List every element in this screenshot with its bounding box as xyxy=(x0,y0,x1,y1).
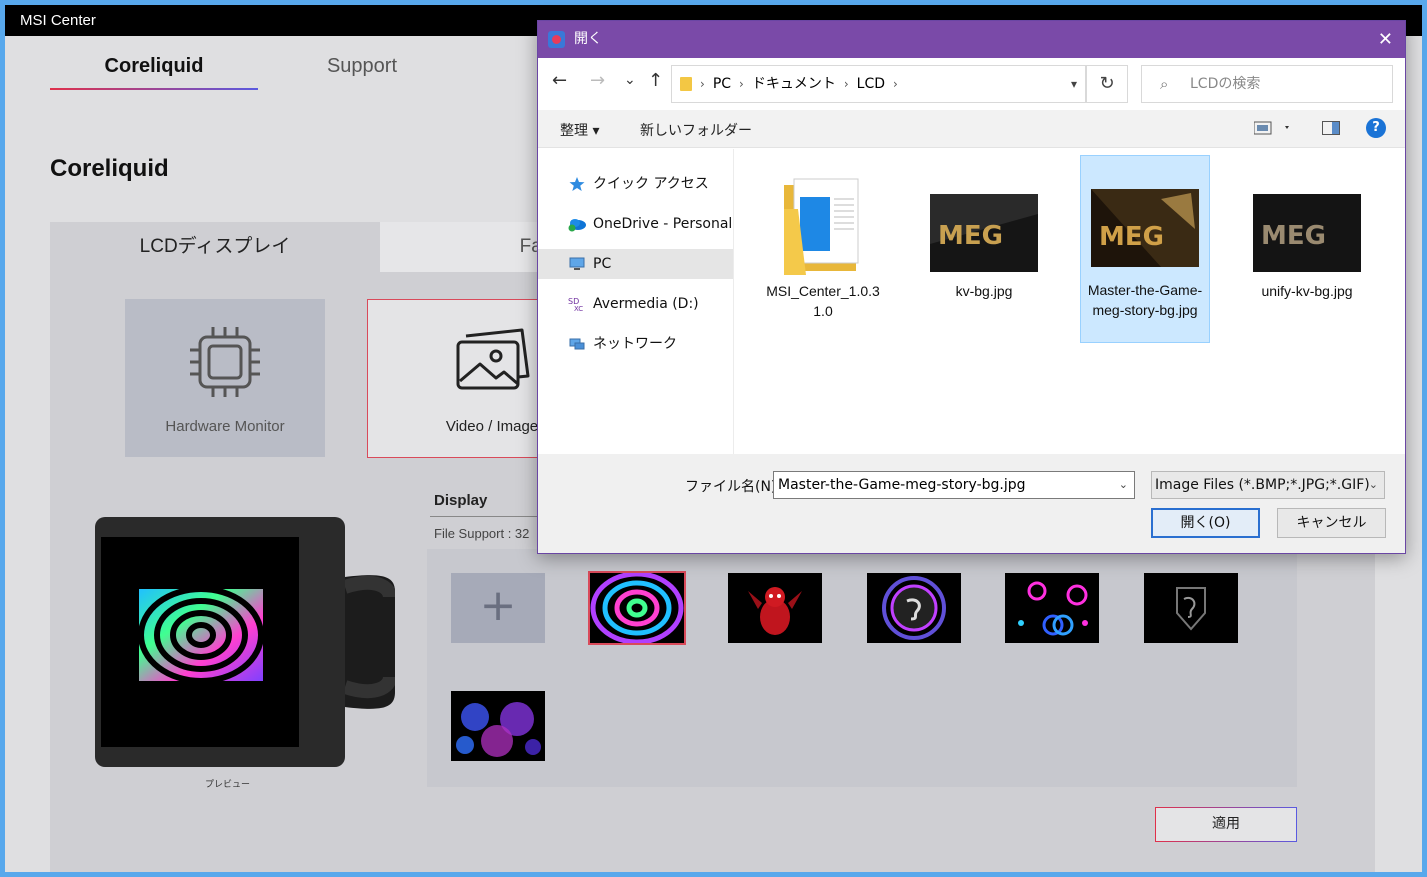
file-name: MSI_Center_1.0.31.0 xyxy=(766,283,880,319)
swirl-thumbnail xyxy=(590,573,684,643)
hardware-monitor-card[interactable]: Hardware Monitor xyxy=(125,299,325,457)
add-media-button[interactable]: + xyxy=(451,573,545,643)
breadcrumb-lcd[interactable]: LCD xyxy=(857,66,885,102)
image-icon xyxy=(456,328,530,390)
chevron-down-icon: ⌄ xyxy=(1368,478,1378,491)
svg-text:MEG: MEG xyxy=(1099,222,1164,252)
app-icon xyxy=(548,31,565,48)
gallery-thumb-swirl[interactable] xyxy=(588,571,686,645)
preview-caption: プレビュー xyxy=(205,780,251,790)
file-item-kv-bg[interactable]: MEG kv-bg.jpg xyxy=(919,157,1049,343)
tab-coreliquid[interactable]: Coreliquid xyxy=(50,55,258,90)
folder-icon xyxy=(784,178,859,275)
display-label: Display xyxy=(434,492,488,509)
cooler-preview xyxy=(95,517,395,767)
filename-input[interactable]: Master-the-Game-meg-story-bg.jpg ⌄ xyxy=(773,471,1135,499)
search-icon: ⌕ xyxy=(1160,75,1169,93)
pc-monitor-icon xyxy=(569,257,585,270)
filetype-value: Image Files (*.BMP;*.JPG;*.GIF) xyxy=(1155,477,1370,493)
up-arrow-icon[interactable]: ↑ xyxy=(648,70,663,91)
search-input[interactable]: ⌕ LCDの検索 xyxy=(1141,65,1393,103)
file-item-unify-kv-bg[interactable]: MEG unify-kv-bg.jpg xyxy=(1242,157,1372,343)
breadcrumb-documents[interactable]: ドキュメント xyxy=(752,66,836,102)
nav-avermedia-drive[interactable]: SD XC Avermedia (D:) xyxy=(538,289,733,319)
svg-text:MEG: MEG xyxy=(1261,221,1326,251)
search-placeholder: LCDの検索 xyxy=(1190,76,1261,92)
gallery-thumb-msi-shield[interactable] xyxy=(1144,573,1238,643)
bubbles-thumbnail xyxy=(451,691,545,761)
navigation-pane: クイック アクセス OneDrive - Personal PC SD XC Av… xyxy=(538,149,734,454)
new-folder-button[interactable]: 新しいフォルダー xyxy=(640,120,752,140)
file-support-text: File Support : 32 xyxy=(434,526,530,541)
file-name: kv-bg.jpg xyxy=(955,283,1013,299)
onedrive-cloud-icon xyxy=(568,219,586,232)
change-view-icon[interactable] xyxy=(1253,121,1292,139)
gallery-thumb-neon-circles[interactable] xyxy=(1005,573,1099,643)
back-arrow-icon[interactable]: ← xyxy=(552,70,567,91)
help-icon[interactable]: ? xyxy=(1366,118,1386,138)
file-item-folder[interactable]: MSI_Center_1.0.31.0 xyxy=(758,157,888,343)
main-tabs: Coreliquid Support xyxy=(50,55,466,90)
dialog-toolbar: 整理 ▾ 新しいフォルダー ? xyxy=(538,110,1405,148)
nav-onedrive[interactable]: OneDrive - Personal xyxy=(538,209,733,239)
neon-circles-thumbnail xyxy=(1005,573,1099,643)
dialog-title: 開く xyxy=(574,31,602,47)
dialog-titlebar: 開く ✕ xyxy=(538,21,1405,58)
nav-network[interactable]: ネットワーク xyxy=(538,329,733,359)
file-item-master-the-game[interactable]: MEG Master-the-Game-meg-story-bg.jpg xyxy=(1080,155,1210,343)
subtab-lcd-display[interactable]: LCDディスプレイ xyxy=(50,222,380,272)
page-title: Coreliquid xyxy=(50,155,169,182)
hardware-monitor-label: Hardware Monitor xyxy=(165,418,285,435)
filename-value: Master-the-Game-meg-story-bg.jpg xyxy=(778,477,1026,493)
recent-locations-chevron-icon[interactable]: ⌄ xyxy=(624,72,636,88)
preview-pane-icon[interactable] xyxy=(1322,121,1340,139)
filename-label: ファイル名(N): xyxy=(685,479,782,495)
navigation-bar: ← → ⌄ ↑ › PC › ドキュメント › LCD › ▾ ↻ ⌕ LCDの… xyxy=(538,58,1405,110)
meg-gold-thumbnail: MEG xyxy=(1091,189,1199,267)
chip-icon xyxy=(190,327,260,397)
svg-text:MEG: MEG xyxy=(938,221,1003,251)
dragon-thumbnail xyxy=(728,573,822,643)
file-name: Master-the-Game-meg-story-bg.jpg xyxy=(1087,282,1203,318)
open-file-dialog: 開く ✕ ← → ⌄ ↑ › PC › ドキュメント › LCD › ▾ ↻ ⌕… xyxy=(537,20,1406,554)
address-bar[interactable]: › PC › ドキュメント › LCD › ▾ xyxy=(671,65,1086,103)
media-gallery: + xyxy=(427,549,1297,787)
filetype-select[interactable]: Image Files (*.BMP;*.JPG;*.GIF) ⌄ xyxy=(1151,471,1385,499)
nav-quick-access[interactable]: クイック アクセス xyxy=(538,169,733,199)
file-list: MSI_Center_1.0.31.0 MEG kv-bg.jpg MEG Ma… xyxy=(736,149,1405,454)
breadcrumb-pc[interactable]: PC xyxy=(713,66,731,102)
nav-pc[interactable]: PC xyxy=(538,249,733,279)
gallery-thumb-ring-logo[interactable] xyxy=(867,573,961,643)
cancel-button[interactable]: キャンセル xyxy=(1277,508,1386,538)
open-button[interactable]: 開く(O) xyxy=(1151,508,1260,538)
msi-shield-thumbnail xyxy=(1144,573,1238,643)
tab-support[interactable]: Support xyxy=(258,55,466,90)
unify-meg-thumbnail: MEG xyxy=(1253,194,1361,272)
star-icon xyxy=(569,177,585,191)
organize-menu[interactable]: 整理 ▾ xyxy=(560,120,599,140)
file-name: unify-kv-bg.jpg xyxy=(1261,283,1353,299)
close-icon[interactable]: ✕ xyxy=(1378,21,1393,58)
ring-logo-thumbnail xyxy=(867,573,961,643)
address-dropdown-icon[interactable]: ▾ xyxy=(1071,66,1077,102)
forward-arrow-icon[interactable]: → xyxy=(590,70,605,91)
breadcrumb-separator-icon: › xyxy=(893,77,898,91)
apply-button[interactable]: 適用 xyxy=(1155,807,1297,842)
folder-icon xyxy=(680,77,692,91)
breadcrumb-separator-icon: › xyxy=(843,77,849,91)
svg-text:XC: XC xyxy=(574,305,583,312)
sd-card-drive-icon: SDXC xyxy=(568,297,583,312)
breadcrumb-separator-icon: › xyxy=(739,77,744,91)
meg-logo-thumbnail: MEG xyxy=(930,194,1038,272)
network-icon xyxy=(569,338,585,350)
gallery-thumb-dragon[interactable] xyxy=(728,573,822,643)
gallery-thumb-bubbles[interactable] xyxy=(451,691,545,761)
chevron-down-icon[interactable]: ⌄ xyxy=(1119,472,1128,498)
dialog-footer: ファイル名(N): Master-the-Game-meg-story-bg.j… xyxy=(538,454,1405,553)
refresh-icon[interactable]: ↻ xyxy=(1086,65,1128,103)
breadcrumb-separator-icon: › xyxy=(700,77,705,91)
